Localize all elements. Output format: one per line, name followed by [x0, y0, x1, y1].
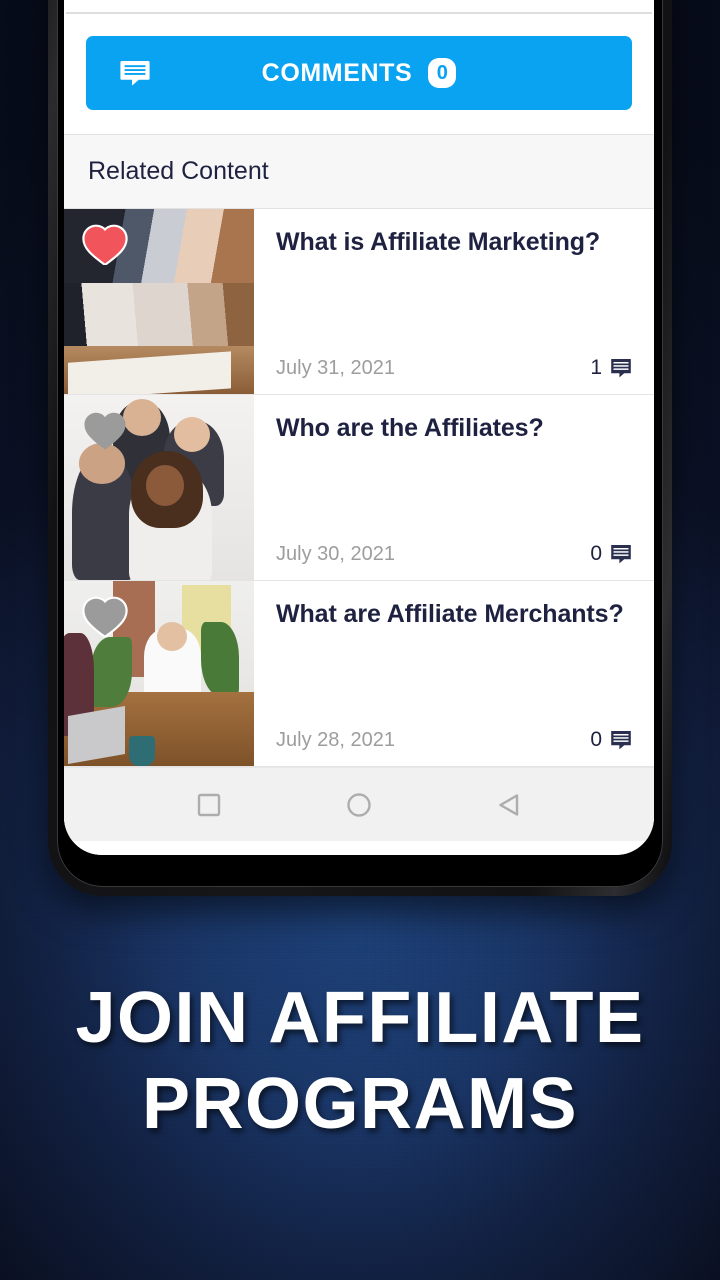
list-item-comments: 0	[590, 728, 632, 752]
list-item[interactable]: What are Affiliate Merchants? July 28, 2…	[64, 581, 654, 767]
android-navigation-bar	[64, 767, 654, 841]
list-item-body: What is Affiliate Marketing? July 31, 20…	[254, 209, 654, 394]
thumbnail	[64, 395, 254, 580]
comments-button-content: COMMENTS 0	[262, 58, 457, 88]
list-item[interactable]: What is Affiliate Marketing? July 31, 20…	[64, 209, 654, 395]
list-item-comment-count: 0	[590, 728, 602, 751]
square-icon[interactable]	[187, 783, 231, 827]
list-item-comment-count: 1	[590, 356, 602, 379]
related-content-header: Related Content	[64, 134, 654, 209]
promo-caption-line-1: JOIN AFFILIATE	[75, 978, 645, 1058]
list-item-meta: July 28, 2021 0	[276, 728, 632, 752]
comments-button[interactable]: COMMENTS 0	[86, 36, 632, 110]
article-body-area	[64, 0, 654, 12]
phone-screen: COMMENTS 0 Related Content What is Affil…	[64, 0, 654, 855]
thumbnail	[64, 581, 254, 766]
app-viewport: COMMENTS 0 Related Content What is Affil…	[64, 0, 654, 855]
list-item-body: Who are the Affiliates? July 30, 2021 0	[254, 395, 654, 580]
comments-count-badge: 0	[428, 58, 457, 88]
phone-device-frame: COMMENTS 0 Related Content What is Affil…	[48, 0, 672, 896]
comments-button-label: COMMENTS	[261, 58, 413, 87]
phone-bezel: COMMENTS 0 Related Content What is Affil…	[57, 0, 663, 887]
list-item-title: What is Affiliate Marketing?	[276, 228, 601, 256]
list-item[interactable]: Who are the Affiliates? July 30, 2021 0	[64, 395, 654, 581]
related-content-list: What is Affiliate Marketing? July 31, 20…	[64, 209, 654, 767]
triangle-left-icon[interactable]	[487, 783, 531, 827]
promo-caption: JOIN AFFILIATE PROGRAMS	[0, 975, 720, 1148]
list-item-comment-count: 0	[590, 542, 602, 565]
heart-icon[interactable]	[82, 223, 128, 266]
list-item-date: July 30, 2021	[276, 542, 395, 565]
list-item-title: Who are the Affiliates?	[276, 414, 544, 442]
thumbnail	[64, 209, 254, 394]
promo-caption-line-2: PROGRAMS	[141, 1064, 579, 1145]
heart-icon[interactable]	[82, 409, 128, 451]
comment-bubble-icon	[610, 544, 632, 564]
comment-bubble-icon	[610, 730, 632, 750]
comment-bubble-icon	[610, 358, 632, 378]
list-item-comments: 0	[590, 542, 632, 566]
list-item-meta: July 30, 2021 0	[276, 542, 632, 566]
heart-icon[interactable]	[82, 595, 128, 638]
list-item-meta: July 31, 2021 1	[276, 356, 632, 380]
list-item-date: July 31, 2021	[276, 356, 395, 379]
list-item-comments: 1	[590, 356, 632, 380]
list-item-date: July 28, 2021	[276, 728, 395, 751]
comment-bubble-icon	[120, 60, 150, 86]
circle-icon[interactable]	[337, 783, 381, 827]
list-item-body: What are Affiliate Merchants? July 28, 2…	[254, 581, 654, 766]
list-item-title: What are Affiliate Merchants?	[276, 600, 624, 628]
comments-button-container: COMMENTS 0	[64, 14, 654, 134]
